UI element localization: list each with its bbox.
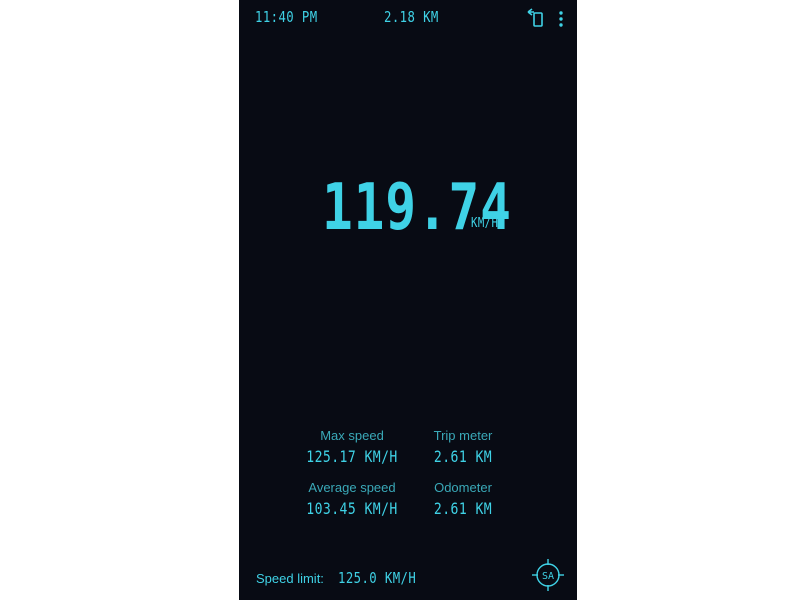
speed-limit-value: 125.0 KM/H	[337, 569, 416, 587]
clock-time: 11:40 PM	[255, 8, 318, 26]
current-speed: 119.74	[322, 171, 512, 245]
speed-display: 119.74 KM/H	[239, 168, 577, 248]
trip-meter-value: 2.61 KM	[433, 447, 493, 466]
odometer-value: 2.61 KM	[433, 499, 493, 518]
reset-icon	[527, 8, 543, 27]
trip-meter-stat: Trip meter 2.61 KM	[388, 428, 538, 466]
more-vert-icon	[559, 11, 563, 27]
more-options-button[interactable]	[553, 8, 569, 30]
gps-button[interactable]: SA	[531, 558, 565, 592]
gps-target-icon: SA	[532, 559, 564, 591]
trip-meter-label: Trip meter	[433, 428, 493, 443]
odometer-stat: Odometer 2.61 KM	[388, 480, 538, 518]
speed-limit-setting[interactable]: Speed limit: 125.0 KM/H	[256, 568, 433, 587]
speed-limit-label: Speed limit:	[256, 571, 324, 586]
odometer-label: Odometer	[434, 480, 492, 495]
speedometer-screen: 11:40 PM 2.18 KM 119.74 KM/H Max speed 1…	[239, 0, 577, 600]
trip-distance: 2.18 KM	[384, 8, 439, 26]
reset-button[interactable]	[525, 6, 547, 30]
gps-badge-text: SA	[542, 571, 554, 582]
speed-unit: KM/H	[471, 216, 499, 231]
